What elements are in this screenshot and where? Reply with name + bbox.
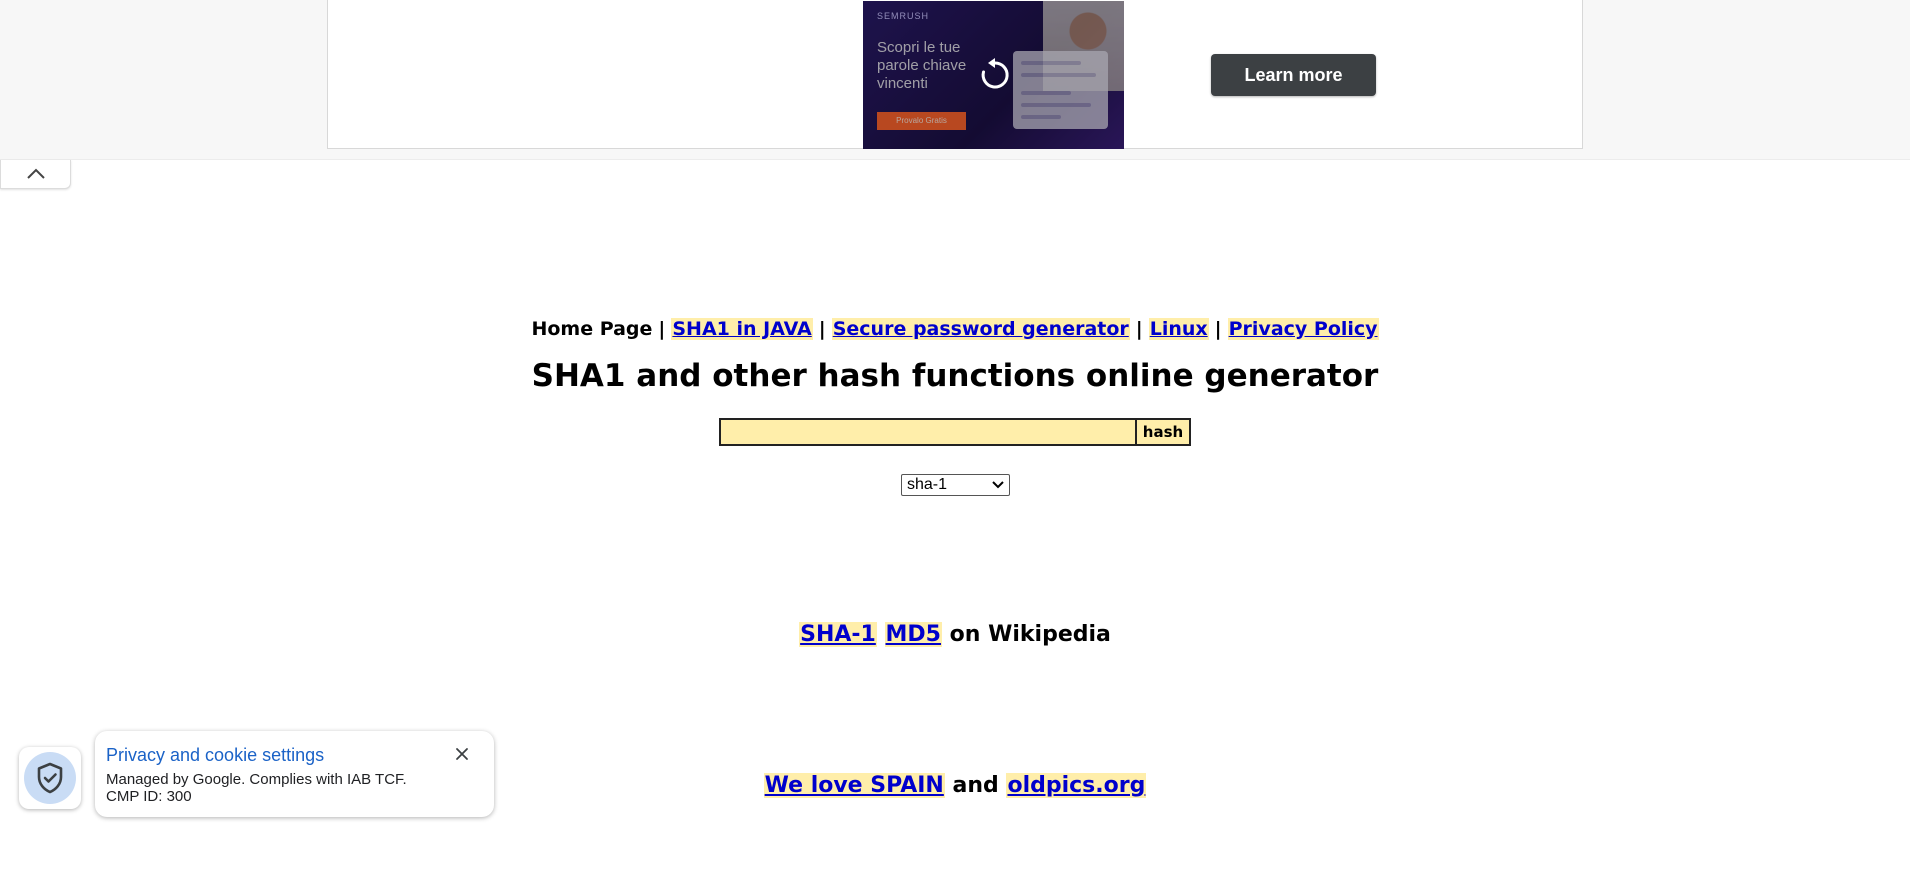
algorithm-select[interactable]: sha-1 [901, 474, 1010, 496]
wiki-suffix: on Wikipedia [949, 622, 1111, 647]
privacy-title[interactable]: Privacy and cookie settings [106, 745, 324, 766]
learn-more-button[interactable]: Learn more [1211, 54, 1376, 96]
privacy-description: Managed by Google. Complies with IAB TCF… [106, 771, 407, 805]
hash-form: hash [719, 418, 1191, 446]
nav-separator: | [658, 318, 666, 340]
replay-icon[interactable] [975, 55, 1015, 95]
home-page-label: Home Page [531, 318, 653, 340]
chevron-up-icon [27, 168, 45, 179]
algorithm-selected-value: sha-1 [907, 476, 948, 493]
nav-link-privacy-policy[interactable]: Privacy Policy [1227, 318, 1379, 340]
wiki-link-sha1[interactable]: SHA-1 [799, 622, 877, 647]
footer-and-text: and [952, 773, 999, 798]
hash-button[interactable]: hash [1135, 418, 1191, 446]
nav-link-password-generator[interactable]: Secure password generator [831, 318, 1130, 340]
chevron-down-icon [992, 481, 1004, 489]
link-oldpics[interactable]: oldpics.org [1006, 773, 1147, 798]
ad-collapse-tab[interactable] [0, 160, 71, 189]
nav-separator: | [818, 318, 826, 340]
close-icon[interactable] [454, 746, 470, 762]
page-title: SHA1 and other hash functions online gen… [531, 358, 1379, 394]
privacy-settings-button[interactable] [19, 747, 81, 809]
wikipedia-links: SHA-1 MD5 on Wikipedia [0, 620, 1910, 650]
hash-input[interactable] [719, 418, 1135, 446]
link-we-love-spain[interactable]: We love SPAIN [763, 773, 945, 798]
nav-separator: | [1135, 318, 1143, 340]
shield-check-icon [37, 762, 63, 794]
ad-strip: SEMRUSH Scopri le tue parole chiave vinc… [0, 0, 1910, 160]
privacy-popup: Privacy and cookie settings Managed by G… [95, 731, 494, 817]
privacy-line-managed: Managed by Google. Complies with IAB TCF… [106, 771, 407, 788]
wiki-link-md5[interactable]: MD5 [884, 622, 942, 647]
top-navigation: Home Page | SHA1 in JAVA | Secure password g… [0, 316, 1910, 342]
nav-link-linux[interactable]: Linux [1148, 318, 1209, 340]
nav-link-sha1-java[interactable]: SHA1 in JAVA [671, 318, 813, 340]
ad-frame: SEMRUSH Scopri le tue parole chiave vinc… [327, 0, 1583, 149]
nav-separator: | [1214, 318, 1222, 340]
privacy-line-cmp: CMP ID: 300 [106, 788, 192, 805]
ad-creative[interactable]: SEMRUSH Scopri le tue parole chiave vinc… [863, 1, 1124, 149]
